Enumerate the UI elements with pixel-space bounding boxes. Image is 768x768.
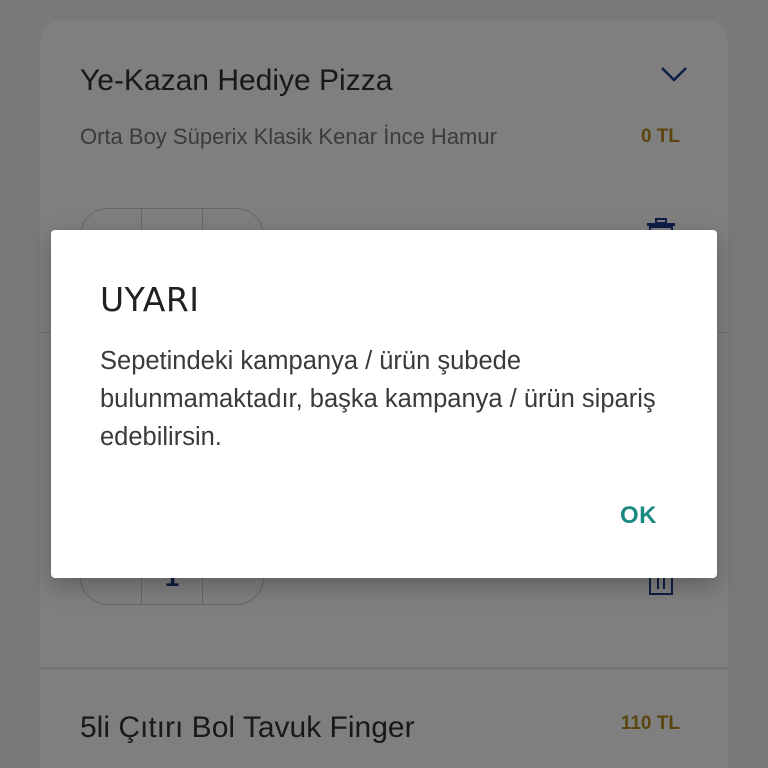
alert-dialog: UYARI Sepetindeki kampanya / ürün şubede… xyxy=(51,230,717,578)
ok-button[interactable]: OK xyxy=(608,492,669,540)
dialog-title: UYARI xyxy=(100,280,200,319)
dialog-message: Sepetindeki kampanya / ürün şubede bulun… xyxy=(100,347,656,451)
